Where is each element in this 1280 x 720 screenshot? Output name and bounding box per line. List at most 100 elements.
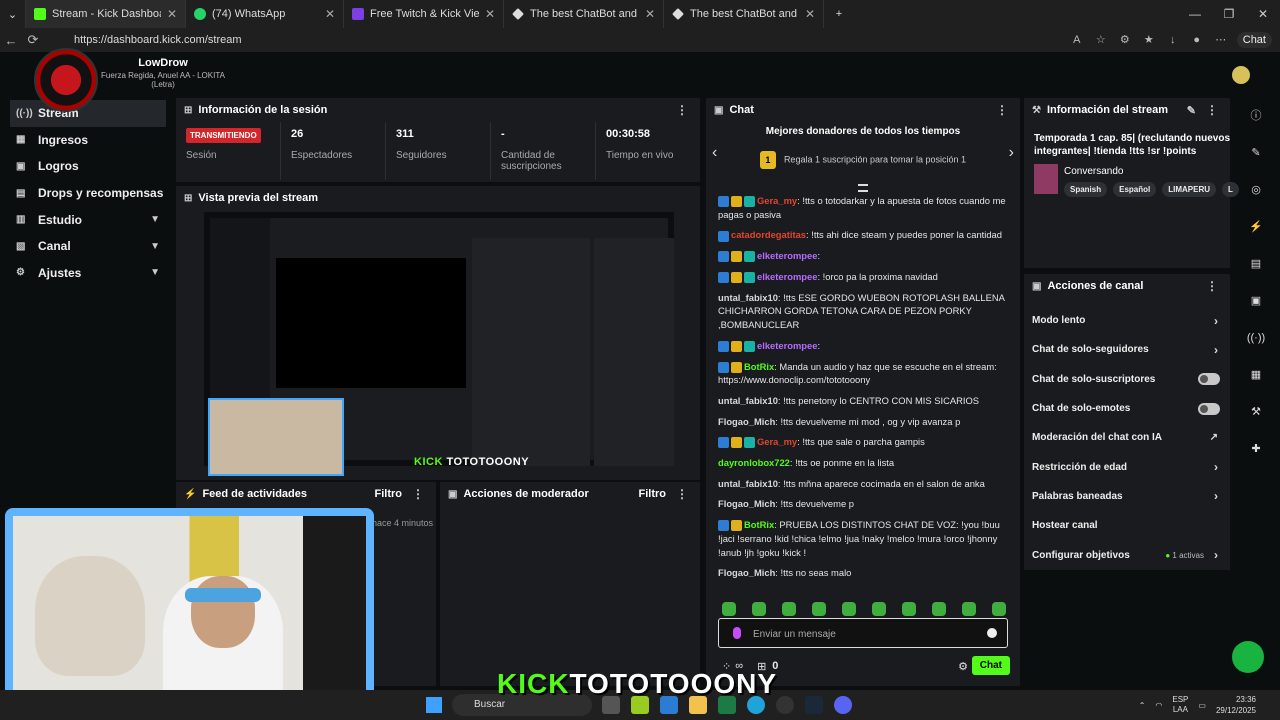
action-age-restriction[interactable]: Restricción de edad › <box>1024 452 1230 481</box>
chat-username[interactable]: BotRix <box>744 519 774 530</box>
edit-icon[interactable]: ✎ <box>1240 135 1272 172</box>
more-icon[interactable]: ⋯ <box>1213 32 1229 48</box>
chat-username[interactable]: Gera_my <box>757 436 797 447</box>
more-options-icon[interactable]: ⋮ <box>1206 103 1218 117</box>
action-followers-only[interactable]: Chat de solo-seguidores › <box>1024 335 1230 364</box>
refresh-icon[interactable]: ⟳ <box>22 32 44 48</box>
sidebar-item-logros[interactable]: ▣ Logros <box>0 153 172 180</box>
browser-tab-chatbot-1[interactable]: The best ChatBot and Widgets ✕ <box>504 0 664 28</box>
subscribers-only-toggle[interactable] <box>1198 373 1220 386</box>
discord-icon[interactable] <box>834 696 852 714</box>
wifi-icon[interactable]: ◠ <box>1155 701 1162 710</box>
chat-bubble-icon[interactable]: ▣ <box>1240 283 1272 320</box>
new-tab-button[interactable]: + <box>824 0 854 28</box>
emote-icon[interactable] <box>842 602 856 616</box>
chat-username[interactable]: Flogao_Mich <box>718 416 775 427</box>
chat-username[interactable]: catadordegatitas <box>731 229 806 240</box>
download-icon[interactable]: ↓ <box>1165 32 1181 48</box>
emote-icon[interactable] <box>962 602 976 616</box>
extensions-icon[interactable]: ⚙ <box>1117 32 1133 48</box>
channel-logo[interactable] <box>34 48 98 112</box>
browser-tab-chatbot-2[interactable]: The best ChatBot and Widgets for ✕ <box>664 0 824 28</box>
pinned-toggle-icon[interactable] <box>858 184 868 192</box>
sidebar-item-estudio[interactable]: ▥ Estudio ▼ <box>0 206 172 233</box>
info-icon[interactable]: ⓘ <box>1240 98 1272 135</box>
close-tab-icon[interactable]: ✕ <box>805 7 815 21</box>
chat-username[interactable]: Gera_my <box>757 195 797 206</box>
steam-icon[interactable] <box>805 696 823 714</box>
emoji-picker-icon[interactable] <box>987 628 997 638</box>
action-host-channel[interactable]: Hostear canal <box>1024 511 1230 540</box>
back-icon[interactable]: ← <box>0 33 22 48</box>
browser-tab-viewers[interactable]: Free Twitch & Kick Viewers - Try 1 ✕ <box>344 0 504 28</box>
chevron-left-icon[interactable]: ‹ <box>712 144 717 162</box>
emote-icon[interactable] <box>932 602 946 616</box>
target-icon[interactable]: ◎ <box>1240 172 1272 209</box>
more-options-icon[interactable]: ⋮ <box>676 487 688 501</box>
chat-username[interactable]: untal_fabix10 <box>718 292 778 303</box>
microphone-icon[interactable] <box>733 627 741 639</box>
avatar[interactable] <box>1232 66 1250 84</box>
sidebar-item-stream[interactable]: ((·)) Stream <box>10 100 166 127</box>
send-chat-button[interactable]: Chat <box>971 656 1010 675</box>
broadcast-icon[interactable]: ((·)) <box>1240 320 1272 357</box>
emote-icon[interactable] <box>902 602 916 616</box>
edit-icon[interactable]: ✎ <box>1187 104 1196 117</box>
emote-icon[interactable] <box>752 602 766 616</box>
wrench-icon[interactable]: ⚒ <box>1240 394 1272 431</box>
action-banned-words[interactable]: Palabras baneadas › <box>1024 482 1230 511</box>
chat-username[interactable]: untal_fabix10 <box>718 395 778 406</box>
copilot-chat-button[interactable]: Chat <box>1236 32 1272 48</box>
emotes-only-toggle[interactable] <box>1198 402 1220 415</box>
action-slow-mode[interactable]: Modo lento › <box>1024 306 1230 335</box>
sidebar-item-drops[interactable]: ▤ Drops y recompensas <box>0 180 172 207</box>
start-menu-icon[interactable] <box>426 697 442 713</box>
chat-username[interactable]: elketerompee <box>757 250 817 261</box>
close-tab-icon[interactable]: ✕ <box>645 7 655 21</box>
action-ai-moderation[interactable]: Moderación del chat con IA ↗ <box>1024 423 1230 452</box>
shield-icon[interactable]: ▦ <box>1240 357 1272 394</box>
emote-icon[interactable] <box>872 602 886 616</box>
close-tab-icon[interactable]: ✕ <box>167 7 177 21</box>
profile-avatar[interactable]: ● <box>1189 32 1205 48</box>
stream-preview-video[interactable]: KICK TOTOTOOONY <box>204 212 674 476</box>
sidebar-item-ingresos[interactable]: ▦ Ingresos <box>0 127 172 154</box>
favorites-icon[interactable]: ★ <box>1141 32 1157 48</box>
close-window-icon[interactable]: ✕ <box>1246 0 1280 28</box>
close-tab-icon[interactable]: ✕ <box>485 7 495 21</box>
chat-username[interactable]: Flogao_Mich <box>718 567 775 578</box>
emote-icon[interactable] <box>722 602 736 616</box>
sidebar-item-canal[interactable]: ▧ Canal ▼ <box>0 233 172 260</box>
maximize-icon[interactable]: ❐ <box>1212 0 1246 28</box>
chat-username[interactable]: BotRix <box>744 361 774 372</box>
url-field[interactable]: https://dashboard.kick.com/stream <box>74 34 242 46</box>
chevron-right-icon[interactable]: › <box>1009 144 1014 162</box>
language-indicator[interactable]: ESP LAA <box>1172 695 1188 715</box>
read-aloud-icon[interactable]: A <box>1069 32 1085 48</box>
minimize-icon[interactable]: — <box>1178 0 1212 28</box>
tray-chevron-icon[interactable]: ⌃ <box>1139 701 1146 710</box>
browser-tab-kick-dashboard[interactable]: Stream - Kick Dashboard ✕ <box>26 0 186 28</box>
favorite-star-icon[interactable]: ☆ <box>1093 32 1109 48</box>
action-goals[interactable]: Configurar objetivos1 activas› <box>1024 540 1230 569</box>
chat-username[interactable]: elketerompee <box>757 271 817 282</box>
clock[interactable]: 23:36 29/12/2025 <box>1216 694 1256 716</box>
emote-icon[interactable] <box>992 602 1006 616</box>
network-icon[interactable]: ▭ <box>1198 701 1206 710</box>
help-button[interactable] <box>1232 641 1264 673</box>
more-options-icon[interactable]: ⋮ <box>996 103 1008 117</box>
document-icon[interactable]: ▤ <box>1240 246 1272 283</box>
sidebar-item-ajustes[interactable]: ⚙ Ajustes ▼ <box>0 260 172 287</box>
browser-tab-whatsapp[interactable]: (74) WhatsApp ✕ <box>186 0 344 28</box>
chat-message-input[interactable] <box>753 625 973 643</box>
chat-settings-icon[interactable]: ⚙ <box>958 660 968 673</box>
emote-icon[interactable] <box>812 602 826 616</box>
more-options-icon[interactable]: ⋮ <box>1206 279 1218 293</box>
chat-username[interactable]: untal_fabix10 <box>718 478 778 489</box>
emote-icon[interactable] <box>782 602 796 616</box>
obs-icon[interactable] <box>776 696 794 714</box>
add-widget-icon[interactable]: ✚ <box>1240 431 1272 468</box>
chat-username[interactable]: dayronlobox722 <box>718 457 790 468</box>
more-options-icon[interactable]: ⋮ <box>412 487 424 501</box>
close-tab-icon[interactable]: ✕ <box>325 7 335 21</box>
